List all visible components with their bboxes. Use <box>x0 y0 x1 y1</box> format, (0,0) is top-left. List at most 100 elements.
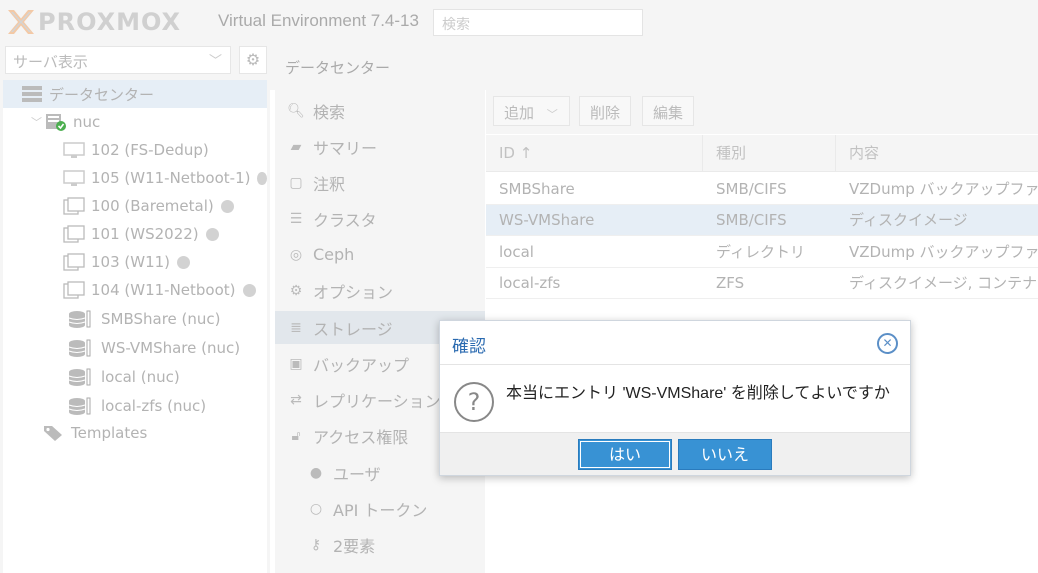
search-icon: 🔍︎ <box>287 102 305 119</box>
tree-item-vm[interactable]: 105 (W11-Netboot-1) <box>3 164 267 192</box>
tree-item-label: local-zfs (nuc) <box>101 397 207 415</box>
column-header-type[interactable]: 種別 <box>703 135 836 172</box>
book-icon: ▰ <box>290 138 302 155</box>
cell-id: WS-VMShare <box>499 211 595 229</box>
tree-item-datacenter[interactable]: データセンター <box>3 80 267 108</box>
template-icon <box>63 197 85 215</box>
tree-item-template[interactable]: 104 (W11-Netboot) <box>3 276 267 304</box>
storage-icon <box>68 368 91 386</box>
nav-item-label: サマリー <box>313 138 378 158</box>
resource-tree-panel: サーバ表示 ﹀ ⚙ データセンター ﹀ nuc 102 (FS-Dedup) 1… <box>0 44 270 573</box>
server-icon: ☰ <box>289 210 303 227</box>
brand-name: PROXMOX <box>38 8 182 36</box>
nav-item-label: ストレージ <box>313 319 393 339</box>
node-online-icon <box>46 114 66 131</box>
search-input[interactable]: 検索 <box>433 9 643 36</box>
edit-button[interactable]: 編集 <box>642 96 695 126</box>
nav-item-api-tokens[interactable]: ○ API トークン <box>275 492 485 525</box>
nav-item-label: ユーザ <box>333 464 381 484</box>
tree-item-node[interactable]: ﹀ nuc <box>3 108 267 136</box>
tree-item-label: 102 (FS-Dedup) <box>91 141 209 159</box>
tree-item-template[interactable]: 103 (W11) <box>3 248 267 276</box>
gear-icon: ⚙ <box>245 50 261 69</box>
tree-item-template[interactable]: 101 (WS2022) <box>3 220 267 248</box>
nav-item-summary[interactable]: ▰ サマリー <box>275 130 485 163</box>
table-row[interactable]: WS-VMShare SMB/CIFS ディスクイメージ <box>486 205 1038 236</box>
template-icon <box>63 281 85 299</box>
user-icon: ● <box>309 464 323 481</box>
table-row[interactable]: local ディレクトリ VZDump バックアップファイル <box>486 237 1038 268</box>
top-bar: PROXMOX Virtual Environment 7.4-13 検索 <box>0 0 1038 44</box>
floppy-icon: ▣ <box>289 355 303 372</box>
tree-item-label: nuc <box>73 113 101 131</box>
column-header-content[interactable]: 内容 <box>836 135 1038 172</box>
vm-icon <box>63 170 85 186</box>
toolbar: 追加 ﹀ 削除 編集 <box>486 90 1038 134</box>
database-icon: ≣ <box>290 319 302 336</box>
nav-item-label: レプリケーション <box>313 391 441 411</box>
nav-item-two-factor[interactable]: ⚷ 2要素 <box>275 528 485 561</box>
close-icon[interactable]: ✕ <box>877 333 898 354</box>
status-dot-icon <box>177 255 191 269</box>
tree-item-storage[interactable]: WS-VMShare (nuc) <box>3 334 267 362</box>
expand-chevron-icon: ﹀ <box>31 116 42 129</box>
chevron-down-icon: ﹀ <box>546 108 558 121</box>
nav-item-label: オプション <box>313 282 394 302</box>
nav-item-options[interactable]: ⚙ オプション <box>275 274 485 307</box>
tree-item-tags[interactable]: Templates <box>3 419 267 447</box>
dialog-body: ? 本当にエントリ 'WS-VMShare' を削除してよいですか <box>440 366 910 432</box>
tree-item-label: SMBShare (nuc) <box>101 310 221 328</box>
retweet-icon: ⇄ <box>290 391 302 408</box>
column-header-id[interactable]: ID ↑ <box>486 135 703 172</box>
view-selector[interactable]: サーバ表示 ﹀ <box>5 46 231 74</box>
tree-item-template[interactable]: 100 (Baremetal) <box>3 192 267 220</box>
cell-id: SMBShare <box>499 180 575 198</box>
tree-item-label: 100 (Baremetal) <box>91 197 214 215</box>
cell-type: ZFS <box>716 274 745 292</box>
status-dot-icon <box>205 227 219 241</box>
tree-settings-button[interactable]: ⚙ <box>239 46 267 74</box>
no-button[interactable]: いいえ <box>678 439 772 470</box>
storage-icon <box>68 310 91 328</box>
tree-item-label: 104 (W11-Netboot) <box>91 281 236 299</box>
tree-item-storage[interactable]: local (nuc) <box>3 363 267 391</box>
nav-item-ceph[interactable]: ◎ Ceph <box>275 238 485 271</box>
nav-item-notes[interactable]: ▢ 注釈 <box>275 166 485 199</box>
nav-item-label: バックアップ <box>313 355 410 375</box>
cell-type: SMB/CIFS <box>716 180 787 198</box>
add-button[interactable]: 追加 ﹀ <box>493 96 570 126</box>
table-row[interactable]: SMBShare SMB/CIFS VZDump バックアップファイル <box>486 174 1038 205</box>
grid-header: ID ↑ 種別 内容 <box>486 135 1038 172</box>
tree-item-storage[interactable]: local-zfs (nuc) <box>3 392 267 420</box>
tree-item-label: WS-VMShare (nuc) <box>101 339 241 357</box>
tree-item-label: 103 (W11) <box>91 253 171 271</box>
yes-button[interactable]: はい <box>578 439 672 470</box>
nav-item-label: Ceph <box>313 245 355 264</box>
note-icon: ▢ <box>289 174 303 191</box>
question-icon: ? <box>454 382 494 422</box>
tree-item-storage[interactable]: SMBShare (nuc) <box>3 305 267 333</box>
nav-item-search[interactable]: 🔍︎ 検索 <box>275 94 485 127</box>
table-row[interactable]: local-zfs ZFS ディスクイメージ, コンテナ <box>486 268 1038 299</box>
dialog-footer: はい いいえ <box>440 432 910 475</box>
remove-button[interactable]: 削除 <box>579 96 632 126</box>
user-outline-icon: ○ <box>309 500 323 517</box>
tree-item-label: local (nuc) <box>101 368 180 386</box>
tree-item-vm[interactable]: 102 (FS-Dedup) <box>3 136 267 164</box>
cell-content: ディスクイメージ <box>849 211 968 229</box>
datacenter-icon <box>22 86 42 102</box>
gear-icon: ⚙ <box>289 282 303 299</box>
key-icon: ⚷ <box>310 536 322 553</box>
tree-item-label: 105 (W11-Netboot-1) <box>91 169 251 187</box>
template-icon <box>63 253 85 271</box>
status-dot-icon <box>242 283 256 297</box>
cell-content: VZDump バックアップファイル <box>849 243 1038 261</box>
chevron-down-icon: ﹀ <box>208 54 222 69</box>
breadcrumb: データセンター <box>285 59 391 77</box>
nav-item-label: 注釈 <box>313 174 346 194</box>
status-dot-icon <box>220 199 234 213</box>
proxmox-x-icon <box>8 10 34 34</box>
nav-item-cluster[interactable]: ☰ クラスタ <box>275 202 485 235</box>
tags-icon <box>44 426 62 441</box>
cell-content: ディスクイメージ, コンテナ <box>849 274 1038 292</box>
